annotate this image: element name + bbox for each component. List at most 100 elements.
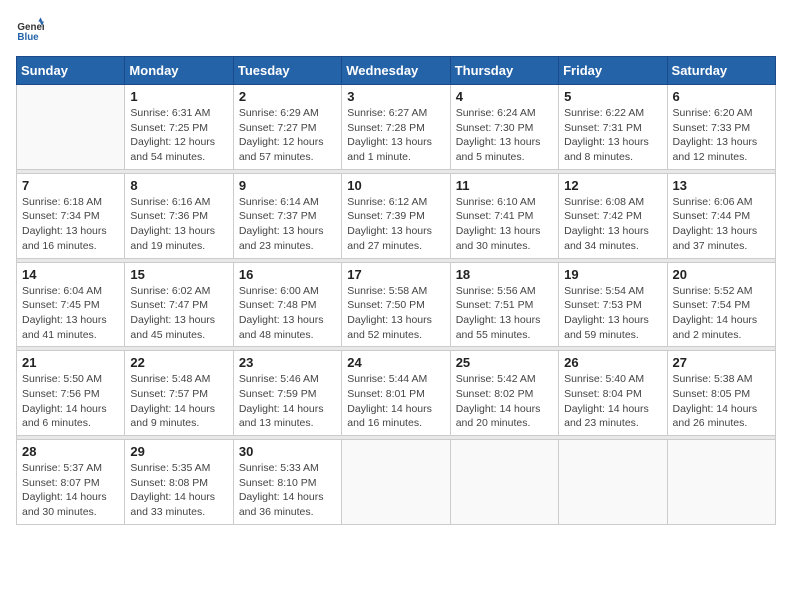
calendar-cell: 16 Sunrise: 6:00 AMSunset: 7:48 PMDayligh… — [233, 262, 341, 347]
day-info: Sunrise: 6:04 AMSunset: 7:45 PMDaylight:… — [22, 284, 119, 343]
calendar-cell: 9Sunrise: 6:14 AMSunset: 7:37 PMDaylight… — [233, 173, 341, 258]
day-number: 16 — [239, 267, 336, 282]
calendar-week-row: 14 Sunrise: 6:04 AMSunset: 7:45 PMDayligh… — [17, 262, 776, 347]
day-info: Sunrise: 5:44 AMSunset: 8:01 PMDaylight:… — [347, 372, 444, 431]
day-info: Sunrise: 5:48 AMSunset: 7:57 PMDaylight:… — [130, 372, 227, 431]
calendar-cell: 10 Sunrise: 6:12 AMSunset: 7:39 PMDayligh… — [342, 173, 450, 258]
day-info: Sunrise: 5:38 AMSunset: 8:05 PMDaylight:… — [673, 372, 770, 431]
day-number: 3 — [347, 89, 444, 104]
day-info: Sunrise: 5:40 AMSunset: 8:04 PMDaylight:… — [564, 372, 661, 431]
day-number: 29 — [130, 444, 227, 459]
day-info: Sunrise: 5:58 AMSunset: 7:50 PMDaylight:… — [347, 284, 444, 343]
calendar-cell: 11 Sunrise: 6:10 AMSunset: 7:41 PMDayligh… — [450, 173, 558, 258]
calendar-cell: 17 Sunrise: 5:58 AMSunset: 7:50 PMDayligh… — [342, 262, 450, 347]
day-info: Sunrise: 6:10 AMSunset: 7:41 PMDaylight:… — [456, 195, 553, 254]
calendar-cell: 12 Sunrise: 6:08 AMSunset: 7:42 PMDayligh… — [559, 173, 667, 258]
day-info: Sunrise: 6:12 AMSunset: 7:39 PMDaylight:… — [347, 195, 444, 254]
page-header: General Blue — [16, 16, 776, 44]
day-number: 12 — [564, 178, 661, 193]
calendar-cell: 14 Sunrise: 6:04 AMSunset: 7:45 PMDayligh… — [17, 262, 125, 347]
calendar-cell — [667, 440, 775, 525]
day-info: Sunrise: 6:27 AMSunset: 7:28 PMDaylight:… — [347, 106, 444, 165]
day-number: 25 — [456, 355, 553, 370]
day-number: 30 — [239, 444, 336, 459]
day-info: Sunrise: 5:37 AMSunset: 8:07 PMDaylight:… — [22, 461, 119, 520]
svg-text:Blue: Blue — [17, 32, 39, 43]
day-number: 10 — [347, 178, 444, 193]
day-number: 19 — [564, 267, 661, 282]
day-number: 13 — [673, 178, 770, 193]
day-number: 14 — [22, 267, 119, 282]
day-number: 21 — [22, 355, 119, 370]
day-info: Sunrise: 6:29 AMSunset: 7:27 PMDaylight:… — [239, 106, 336, 165]
day-number: 6 — [673, 89, 770, 104]
calendar-cell: 13 Sunrise: 6:06 AMSunset: 7:44 PMDayligh… — [667, 173, 775, 258]
calendar-cell: 20 Sunrise: 5:52 AMSunset: 7:54 PMDayligh… — [667, 262, 775, 347]
day-info: Sunrise: 6:00 AMSunset: 7:48 PMDaylight:… — [239, 284, 336, 343]
day-info: Sunrise: 5:54 AMSunset: 7:53 PMDaylight:… — [564, 284, 661, 343]
day-number: 9 — [239, 178, 336, 193]
calendar-cell: 24Sunrise: 5:44 AMSunset: 8:01 PMDayligh… — [342, 351, 450, 436]
calendar-cell: 27 Sunrise: 5:38 AMSunset: 8:05 PMDayligh… — [667, 351, 775, 436]
day-number: 11 — [456, 178, 553, 193]
day-info: Sunrise: 5:46 AMSunset: 7:59 PMDaylight:… — [239, 372, 336, 431]
day-info: Sunrise: 6:18 AMSunset: 7:34 PMDaylight:… — [22, 195, 119, 254]
day-of-week-header: Sunday — [17, 57, 125, 85]
calendar-cell: 4 Sunrise: 6:24 AMSunset: 7:30 PMDaylight… — [450, 85, 558, 170]
calendar-cell: 28Sunrise: 5:37 AMSunset: 8:07 PMDayligh… — [17, 440, 125, 525]
day-number: 17 — [347, 267, 444, 282]
day-of-week-header: Friday — [559, 57, 667, 85]
day-of-week-header: Wednesday — [342, 57, 450, 85]
day-number: 20 — [673, 267, 770, 282]
calendar-cell: 25 Sunrise: 5:42 AMSunset: 8:02 PMDayligh… — [450, 351, 558, 436]
calendar-cell: 18 Sunrise: 5:56 AMSunset: 7:51 PMDayligh… — [450, 262, 558, 347]
calendar-cell: 19 Sunrise: 5:54 AMSunset: 7:53 PMDayligh… — [559, 262, 667, 347]
day-info: Sunrise: 6:08 AMSunset: 7:42 PMDaylight:… — [564, 195, 661, 254]
day-info: Sunrise: 6:06 AMSunset: 7:44 PMDaylight:… — [673, 195, 770, 254]
day-info: Sunrise: 6:20 AMSunset: 7:33 PMDaylight:… — [673, 106, 770, 165]
day-info: Sunrise: 6:16 AMSunset: 7:36 PMDaylight:… — [130, 195, 227, 254]
calendar-cell: 21 Sunrise: 5:50 AMSunset: 7:56 PMDayligh… — [17, 351, 125, 436]
day-of-week-header: Tuesday — [233, 57, 341, 85]
day-number: 26 — [564, 355, 661, 370]
day-number: 7 — [22, 178, 119, 193]
day-number: 5 — [564, 89, 661, 104]
calendar-cell: 5 Sunrise: 6:22 AMSunset: 7:31 PMDaylight… — [559, 85, 667, 170]
calendar-cell: 23 Sunrise: 5:46 AMSunset: 7:59 PMDayligh… — [233, 351, 341, 436]
day-number: 1 — [130, 89, 227, 104]
day-info: Sunrise: 5:33 AMSunset: 8:10 PMDaylight:… — [239, 461, 336, 520]
day-number: 22 — [130, 355, 227, 370]
day-info: Sunrise: 5:42 AMSunset: 8:02 PMDaylight:… — [456, 372, 553, 431]
calendar-week-row: 28Sunrise: 5:37 AMSunset: 8:07 PMDayligh… — [17, 440, 776, 525]
day-number: 23 — [239, 355, 336, 370]
calendar-cell: 15 Sunrise: 6:02 AMSunset: 7:47 PMDayligh… — [125, 262, 233, 347]
calendar-week-row: 7 Sunrise: 6:18 AMSunset: 7:34 PMDaylight… — [17, 173, 776, 258]
day-of-week-header: Thursday — [450, 57, 558, 85]
calendar-cell: 8Sunrise: 6:16 AMSunset: 7:36 PMDaylight… — [125, 173, 233, 258]
calendar-cell: 7 Sunrise: 6:18 AMSunset: 7:34 PMDaylight… — [17, 173, 125, 258]
day-number: 27 — [673, 355, 770, 370]
calendar-cell — [450, 440, 558, 525]
calendar-cell — [17, 85, 125, 170]
day-info: Sunrise: 5:35 AMSunset: 8:08 PMDaylight:… — [130, 461, 227, 520]
calendar-cell: 30 Sunrise: 5:33 AMSunset: 8:10 PMDayligh… — [233, 440, 341, 525]
day-info: Sunrise: 5:56 AMSunset: 7:51 PMDaylight:… — [456, 284, 553, 343]
day-info: Sunrise: 6:31 AMSunset: 7:25 PMDaylight:… — [130, 106, 227, 165]
calendar-cell — [342, 440, 450, 525]
day-info: Sunrise: 5:50 AMSunset: 7:56 PMDaylight:… — [22, 372, 119, 431]
calendar-cell: 3 Sunrise: 6:27 AMSunset: 7:28 PMDaylight… — [342, 85, 450, 170]
day-info: Sunrise: 6:24 AMSunset: 7:30 PMDaylight:… — [456, 106, 553, 165]
calendar-cell: 29 Sunrise: 5:35 AMSunset: 8:08 PMDayligh… — [125, 440, 233, 525]
calendar-cell: 26 Sunrise: 5:40 AMSunset: 8:04 PMDayligh… — [559, 351, 667, 436]
day-info: Sunrise: 6:22 AMSunset: 7:31 PMDaylight:… — [564, 106, 661, 165]
calendar-cell: 6 Sunrise: 6:20 AMSunset: 7:33 PMDaylight… — [667, 85, 775, 170]
calendar-cell: 2Sunrise: 6:29 AMSunset: 7:27 PMDaylight… — [233, 85, 341, 170]
calendar-header-row: SundayMondayTuesdayWednesdayThursdayFrid… — [17, 57, 776, 85]
calendar-week-row: 21 Sunrise: 5:50 AMSunset: 7:56 PMDayligh… — [17, 351, 776, 436]
day-of-week-header: Saturday — [667, 57, 775, 85]
day-number: 18 — [456, 267, 553, 282]
day-info: Sunrise: 5:52 AMSunset: 7:54 PMDaylight:… — [673, 284, 770, 343]
day-info: Sunrise: 6:02 AMSunset: 7:47 PMDaylight:… — [130, 284, 227, 343]
day-number: 15 — [130, 267, 227, 282]
day-number: 4 — [456, 89, 553, 104]
